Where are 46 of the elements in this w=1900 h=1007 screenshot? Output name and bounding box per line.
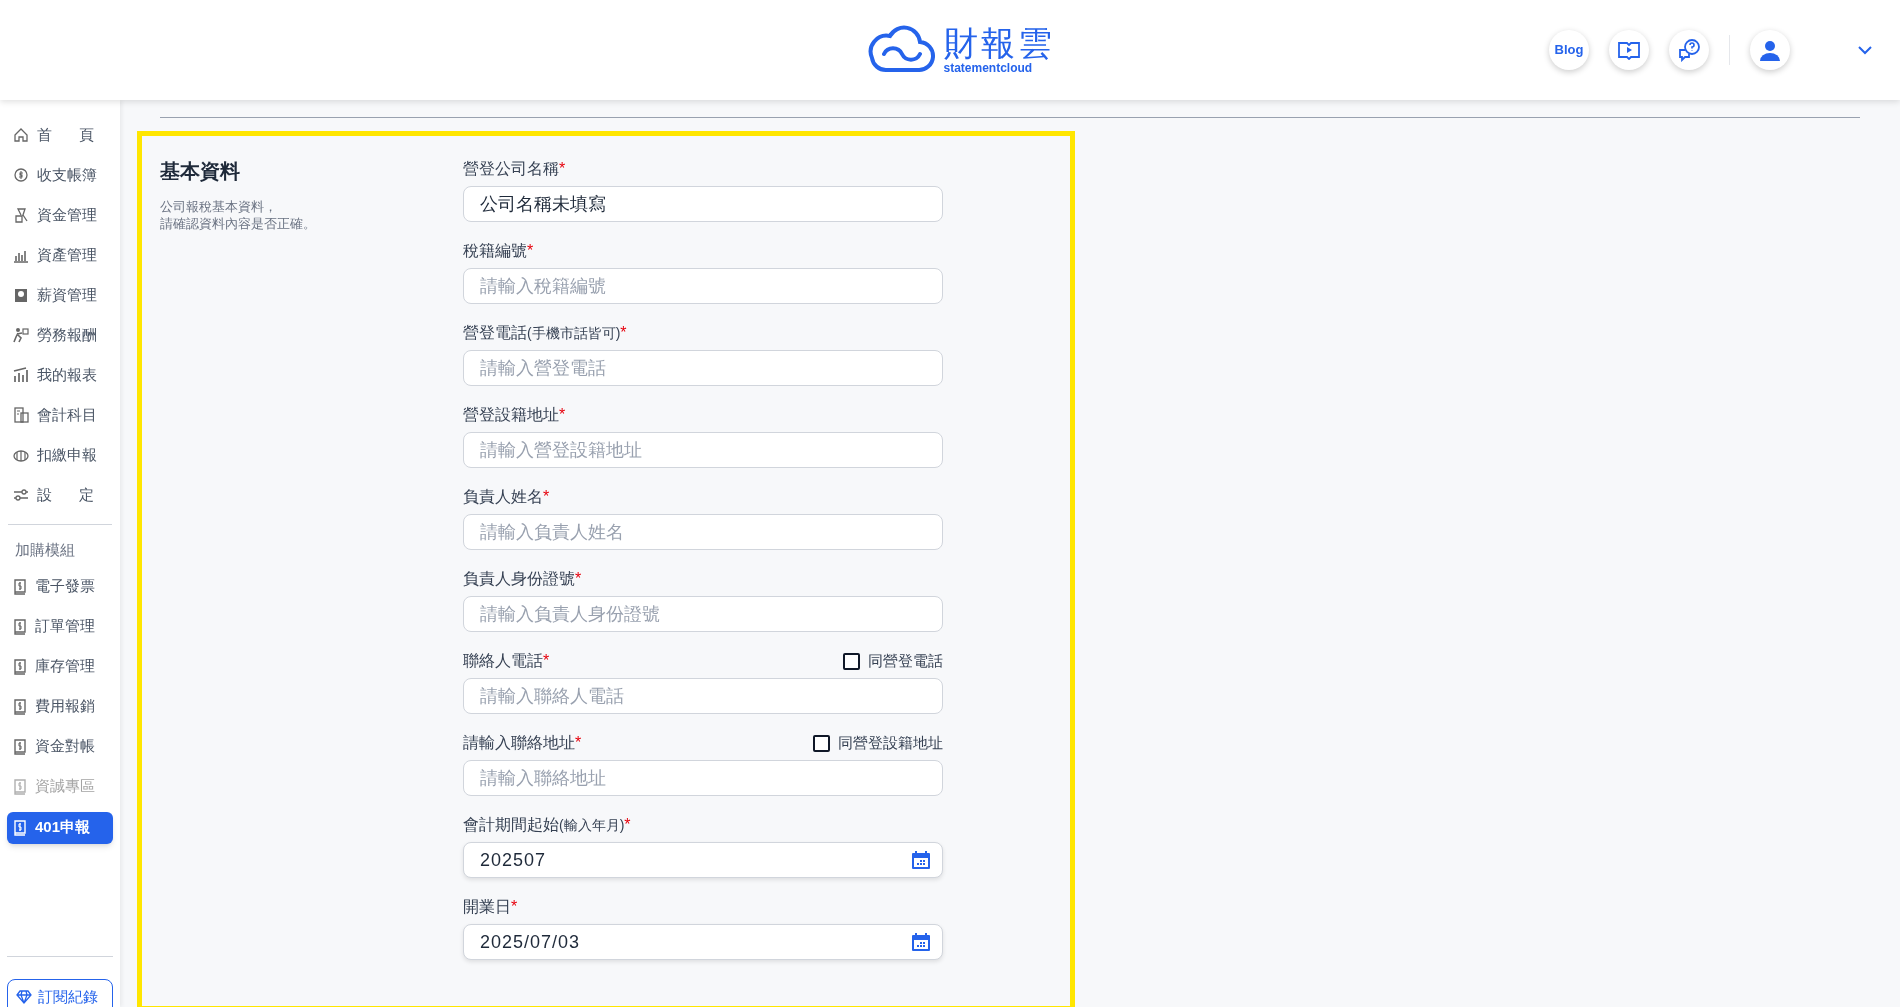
sidebar-item[interactable]: 會計科目 [7,400,113,430]
logo-title: 財報雲 [943,26,1055,60]
sidebar-item[interactable]: 設定 [7,480,113,510]
input-field[interactable]: 請輸入營登設籍地址 [463,432,943,468]
input-field[interactable]: 請輸入聯絡人電話 [463,678,943,714]
sidebar-item[interactable]: 我的報表 [7,360,113,390]
sidebar-item[interactable]: 訂單管理 [7,611,113,642]
sidebar-item[interactable]: 收支帳簿 [7,160,113,190]
logo-subtitle: statementcloud [943,62,1034,74]
sidebar-item[interactable]: 電子發票 [7,571,113,602]
section-title: 基本資料 [160,159,241,184]
field-label: 稅籍編號* [463,241,534,261]
field-label: 會計期間起始(輸入年月)* [463,815,631,835]
logo[interactable]: 財報雲 statementcloud [865,24,1055,76]
field-label: 營登電話(手機市話皆可)* [463,323,627,343]
section-heading: 加購模組 [14,540,76,560]
field-label: 營登公司名稱* [463,159,566,179]
input-field[interactable]: 公司名稱未填寫 [463,186,943,222]
sidebar-item[interactable]: 勞務報酬 [7,320,113,350]
input-field[interactable]: 請輸入負責人身份證號 [463,596,943,632]
sidebar-item[interactable]: 庫存管理 [7,651,113,682]
input-field[interactable]: 請輸入聯絡地址 [463,760,943,796]
sidebar-item[interactable]: 資金管理 [7,200,113,230]
subscription-button[interactable]: 訂閱紀錄 [7,979,113,1007]
input-field[interactable]: 請輸入營登電話 [463,350,943,386]
sidebar-item[interactable]: 首頁 [7,120,113,150]
field-label: 請輸入聯絡地址* [463,733,582,753]
sidebar-item[interactable]: 扣繳申報 [7,440,113,470]
field-label: 聯絡人電話* [463,651,550,671]
sidebar-item[interactable]: 資金對帳 [7,731,113,762]
field-label: 負責人身份證號* [463,569,582,589]
field-label: 營登設籍地址* [463,405,566,425]
input-field[interactable]: 請輸入稅籍編號 [463,268,943,304]
checkbox-option[interactable]: 同營登設籍地址 [813,731,943,755]
sidebar-item[interactable]: 401申報 [7,811,113,844]
sidebar-item[interactable]: 薪資管理 [7,280,113,310]
field-label: 負責人姓名* [463,487,550,507]
sidebar-item[interactable]: 費用報銷 [7,691,113,722]
sidebar-item[interactable]: 資產管理 [7,240,113,270]
section-description: 公司報稅基本資料， 請確認資料內容是否正確。 [160,198,317,232]
input-field[interactable]: 請輸入負責人姓名 [463,514,943,550]
blog-button[interactable]: Blog [1549,30,1589,70]
date-field[interactable]: 202507 [463,842,943,878]
date-field[interactable]: 2025/07/03 [463,924,943,960]
field-label: 開業日* [463,897,518,917]
checkbox-option[interactable]: 同營登電話 [843,649,943,673]
